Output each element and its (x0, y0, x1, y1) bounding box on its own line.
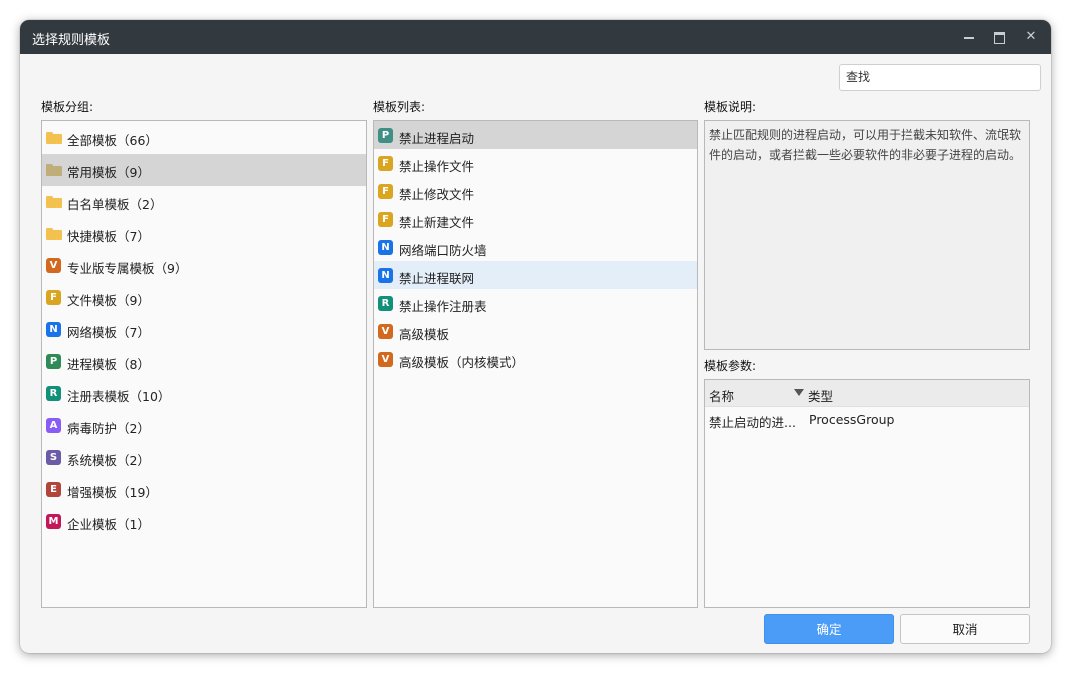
sort-down-icon[interactable] (794, 389, 804, 396)
template-item[interactable]: R 禁止操作注册表 (374, 289, 697, 317)
column-header-name[interactable]: 名称 (709, 386, 734, 405)
n-badge-icon: N (378, 268, 393, 283)
template-item[interactable]: P 禁止进程启动 (374, 121, 697, 149)
description-text: 禁止匹配规则的进程启动，可以用于拦截未知软件、流氓软件的启动，或者拦截一些必要软… (709, 128, 1022, 162)
templates-label: 模板列表: (373, 100, 426, 114)
params-table[interactable]: 名称 类型 禁止启动的进... ProcessGroup (704, 379, 1030, 608)
minimize-button[interactable] (959, 27, 979, 47)
dialog-window: 选择规则模板 ✕ 查找 模板分组: 模板列表: 模板说明: 全部模板（66） 常… (20, 20, 1051, 653)
params-label: 模板参数: (704, 359, 757, 373)
template-item[interactable]: F 禁止新建文件 (374, 205, 697, 233)
group-item-process[interactable]: P 进程模板（8） (42, 346, 366, 378)
group-item-pro[interactable]: V 专业版专属模板（9） (42, 250, 366, 282)
description-label: 模板说明: (704, 100, 757, 114)
group-item-file[interactable]: F 文件模板（9） (42, 282, 366, 314)
groups-label: 模板分组: (41, 100, 94, 114)
template-item[interactable]: F 禁止操作文件 (374, 149, 697, 177)
group-item-registry[interactable]: R 注册表模板（10） (42, 378, 366, 410)
group-item-common[interactable]: 常用模板（9） (42, 154, 366, 186)
e-badge-icon: E (46, 482, 61, 497)
minimize-icon (964, 37, 974, 39)
template-list[interactable]: P 禁止进程启动 F 禁止操作文件 F 禁止修改文件 F 禁止新建文件 N 网络… (373, 120, 698, 608)
group-item-whitelist[interactable]: 白名单模板（2） (42, 186, 366, 218)
group-item-enterprise[interactable]: M 企业模板（1） (42, 506, 366, 538)
n-badge-icon: N (378, 240, 393, 255)
template-item[interactable]: V 高级模板（内核模式） (374, 345, 697, 373)
maximize-button[interactable] (990, 27, 1010, 47)
close-icon: ✕ (1025, 29, 1037, 44)
f-badge-icon: F (46, 290, 61, 305)
group-item-all[interactable]: 全部模板（66） (42, 122, 366, 154)
search-placeholder: 查找 (846, 70, 871, 84)
maximize-icon (994, 32, 1005, 44)
f-badge-icon: F (378, 184, 393, 199)
close-button[interactable]: ✕ (1021, 27, 1041, 47)
folder-icon (46, 132, 62, 144)
template-item[interactable]: F 禁止修改文件 (374, 177, 697, 205)
group-item-system[interactable]: S 系统模板（2） (42, 442, 366, 474)
folder-icon (46, 196, 62, 208)
template-item[interactable]: N 网络端口防火墙 (374, 233, 697, 261)
v-badge-icon: V (46, 258, 61, 273)
search-input[interactable]: 查找 (839, 64, 1041, 91)
v-badge-icon: V (378, 324, 393, 339)
folder-icon (46, 164, 62, 176)
cancel-button[interactable]: 取消 (900, 614, 1030, 644)
group-item-enhanced[interactable]: E 增强模板（19） (42, 474, 366, 506)
p-badge-icon: P (378, 128, 393, 143)
f-badge-icon: F (378, 212, 393, 227)
a-badge-icon: A (46, 418, 61, 433)
template-item[interactable]: N 禁止进程联网 (374, 261, 697, 289)
title-bar[interactable]: 选择规则模板 ✕ (20, 20, 1051, 54)
m-badge-icon: M (46, 514, 61, 529)
group-item-shortcut[interactable]: 快捷模板（7） (42, 218, 366, 250)
description-box: 禁止匹配规则的进程启动，可以用于拦截未知软件、流氓软件的启动，或者拦截一些必要软… (704, 120, 1030, 350)
s-badge-icon: S (46, 450, 61, 465)
v-badge-icon: V (378, 352, 393, 367)
param-name-cell[interactable]: 禁止启动的进... (709, 412, 796, 431)
group-item-antivirus[interactable]: A 病毒防护（2） (42, 410, 366, 442)
group-list[interactable]: 全部模板（66） 常用模板（9） 白名单模板（2） 快捷模板（7） V 专业版专… (41, 120, 367, 608)
f-badge-icon: F (378, 156, 393, 171)
params-header: 名称 类型 (705, 380, 1029, 407)
param-type-cell[interactable]: ProcessGroup (809, 412, 894, 427)
folder-icon (46, 228, 62, 240)
column-header-type[interactable]: 类型 (808, 386, 833, 405)
window-title: 选择规则模板 (32, 33, 111, 48)
n-badge-icon: N (46, 322, 61, 337)
template-item[interactable]: V 高级模板 (374, 317, 697, 345)
group-item-network[interactable]: N 网络模板（7） (42, 314, 366, 346)
p-badge-icon: P (46, 354, 61, 369)
r-badge-icon: R (46, 386, 61, 401)
r-badge-icon: R (378, 296, 393, 311)
ok-button[interactable]: 确定 (764, 614, 894, 644)
